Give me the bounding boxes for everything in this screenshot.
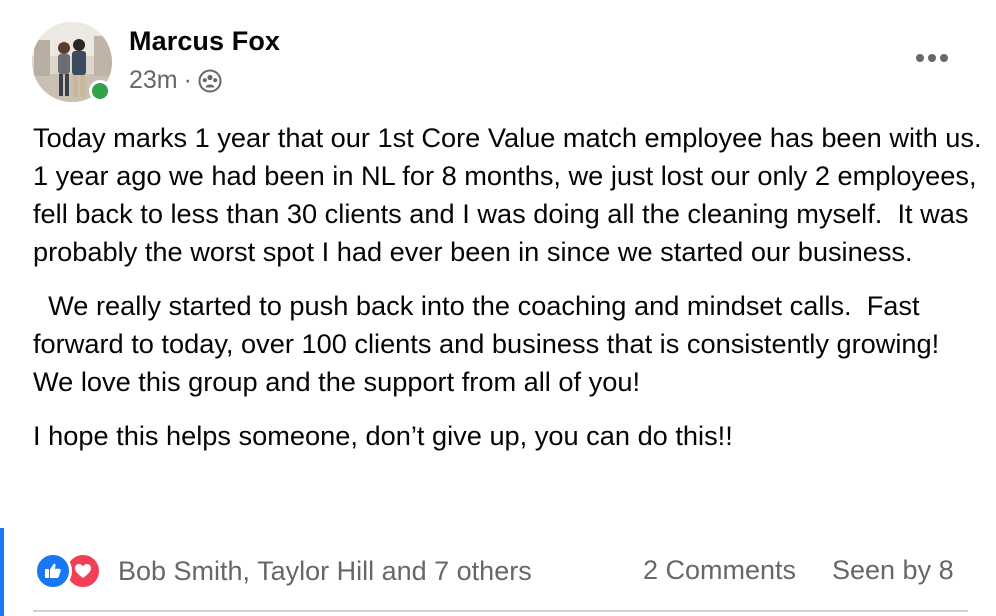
more-dot bbox=[940, 54, 948, 62]
post-paragraph: We really started to push back into the … bbox=[33, 290, 947, 397]
post-timestamp[interactable]: 23m bbox=[129, 66, 178, 95]
more-dot bbox=[928, 54, 936, 62]
online-status-indicator bbox=[89, 80, 111, 102]
more-horizontal-icon bbox=[916, 54, 924, 62]
comments-count-link[interactable]: 2 Comments bbox=[643, 555, 796, 586]
focus-accent-bar bbox=[0, 528, 4, 616]
more-options-button[interactable] bbox=[912, 44, 952, 72]
post-body: Today marks 1 year that our 1st Core Val… bbox=[33, 119, 983, 455]
post-paragraph: Today marks 1 year that our 1st Core Val… bbox=[33, 122, 982, 267]
group-icon bbox=[198, 69, 222, 93]
reactors-list[interactable]: Bob Smith, Taylor Hill and 7 others bbox=[118, 556, 532, 587]
footer-divider bbox=[33, 610, 968, 612]
like-icon bbox=[34, 552, 72, 590]
post-paragraph: I hope this helps someone, don’t give up… bbox=[33, 420, 733, 451]
seen-by-count[interactable]: Seen by 8 bbox=[832, 555, 954, 586]
meta-separator: · bbox=[183, 66, 192, 94]
post-meta: 23m · bbox=[129, 66, 222, 95]
post-author-name[interactable]: Marcus Fox bbox=[129, 26, 280, 57]
reaction-summary[interactable]: Bob Smith, Taylor Hill and 7 others bbox=[34, 551, 532, 591]
feed-post: Marcus Fox 23m · Today marks 1 year that… bbox=[0, 0, 996, 616]
